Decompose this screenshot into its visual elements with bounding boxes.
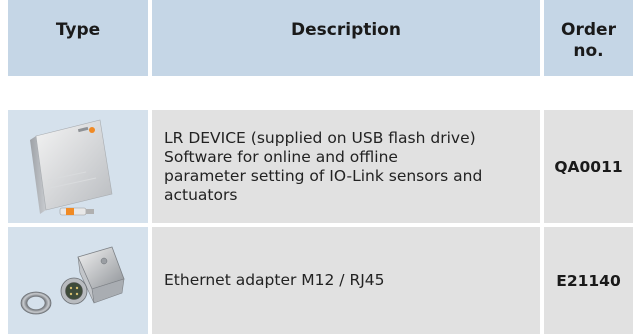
header-order-no: Order no. [544, 0, 633, 76]
row2-order-cell: E21140 [544, 227, 633, 334]
row2-image-cell [8, 227, 148, 334]
row2-description: Ethernet adapter M12 / RJ45 [164, 271, 385, 289]
product-table: Type Description Order no. LR DEVICE (su… [0, 0, 633, 334]
row2-description-cell: Ethernet adapter M12 / RJ45 [152, 227, 540, 334]
row1-order-cell: QA0011 [544, 110, 633, 223]
row2-order-no: E21140 [556, 271, 621, 290]
row1-order-no: QA0011 [554, 157, 623, 176]
row1-description: LR DEVICE (supplied on USB flash drive) … [164, 128, 483, 204]
row1-image-cell [8, 110, 148, 223]
row1-description-cell: LR DEVICE (supplied on USB flash drive) … [152, 110, 540, 223]
header-description: Description [152, 0, 540, 76]
usb-software-package-icon [30, 119, 113, 216]
header-type: Type [8, 0, 148, 76]
ethernet-adapter-icon [20, 246, 125, 315]
